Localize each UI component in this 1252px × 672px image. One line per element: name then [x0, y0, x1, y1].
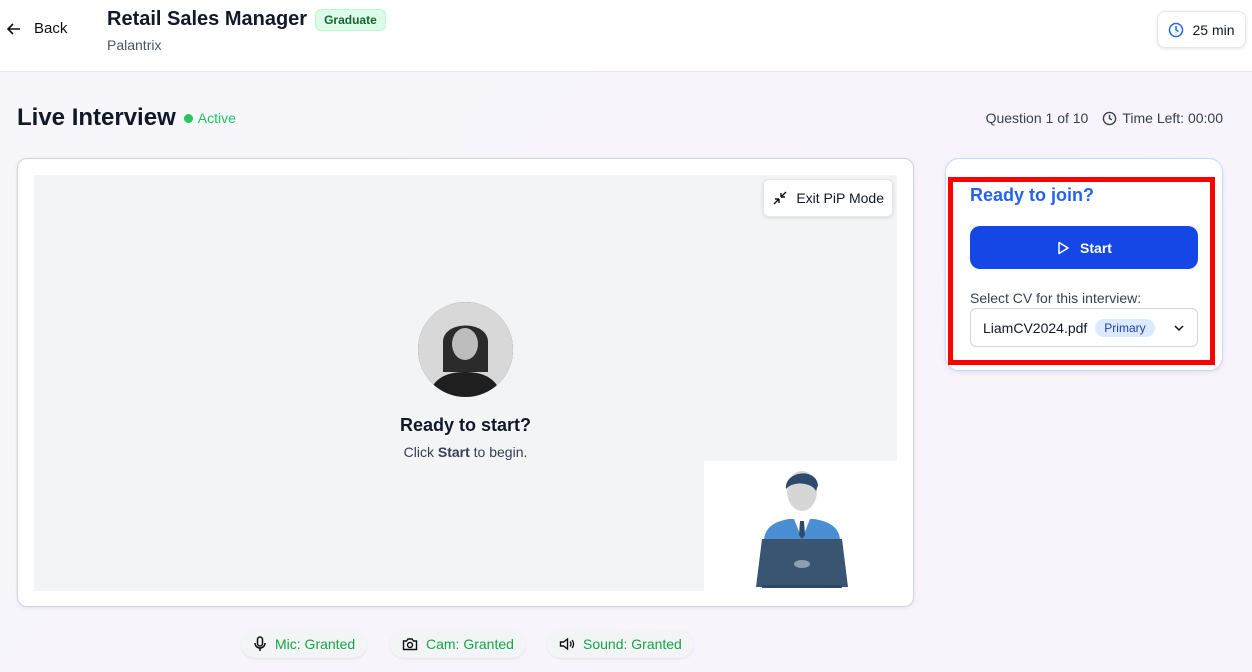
primary-badge: Primary — [1095, 318, 1155, 337]
top-header: Back Retail Sales Manager Graduate Palan… — [0, 0, 1252, 72]
arrow-left-icon — [6, 22, 20, 35]
ready-instructions: Click Start to begin. — [34, 444, 897, 460]
instr-bold: Start — [437, 444, 470, 460]
time-left-text: Time Left: 00:00 — [1122, 110, 1223, 126]
play-icon — [1058, 241, 1069, 254]
back-label: Back — [34, 20, 68, 37]
clock-icon — [1169, 22, 1184, 37]
question-progress: Question 1 of 10 — [985, 110, 1089, 126]
status-dot — [183, 113, 193, 123]
join-title: Ready to join? — [970, 185, 1095, 205]
exit-pip-button[interactable]: Exit PiP Mode — [763, 179, 893, 217]
job-title: Retail Sales Manager — [107, 8, 308, 30]
cam-status: Cam: Granted — [426, 636, 514, 652]
cv-select-label: Select CV for this interview: — [970, 290, 1142, 306]
interviewer-avatar — [418, 302, 513, 397]
exit-pip-label: Exit PiP Mode — [796, 190, 884, 206]
mic-status: Mic: Granted — [275, 636, 356, 652]
page-title-row: Live Interview Active — [17, 104, 236, 132]
duration-text: 25 min — [1192, 21, 1235, 38]
cv-select[interactable]: LiamCV2024.pdf Primary — [970, 308, 1198, 347]
level-badge: Graduate — [315, 8, 386, 31]
camera-icon — [402, 638, 418, 651]
start-label: Start — [1080, 239, 1112, 256]
mic-permission: Mic: Granted — [241, 630, 368, 658]
sound-permission: Sound: Granted — [547, 630, 694, 658]
status-badge: Active — [183, 110, 236, 126]
chevron-down-icon — [1174, 324, 1184, 331]
company-name: Palantrix — [107, 37, 162, 53]
mic-icon — [254, 636, 266, 651]
self-view-pip[interactable] — [704, 461, 901, 591]
back-button[interactable]: Back — [6, 20, 67, 37]
job-title-row: Retail Sales Manager Graduate — [107, 8, 386, 31]
instr-prefix: Click — [403, 444, 438, 460]
video-area: Exit PiP Mode Ready to start? Click Star… — [34, 175, 901, 591]
page-title: Live Interview — [17, 104, 176, 131]
duration-badge: 25 min — [1157, 11, 1246, 48]
user-avatar-illustration — [756, 471, 848, 588]
sound-status: Sound: Granted — [583, 636, 682, 652]
time-left: Time Left: 00:00 — [1102, 110, 1223, 126]
instr-suffix: to begin. — [469, 444, 528, 460]
clock-icon — [1103, 111, 1117, 125]
cam-permission: Cam: Granted — [390, 630, 526, 658]
start-button[interactable]: Start — [970, 226, 1198, 269]
speaker-icon — [559, 637, 575, 651]
status-text: Active — [197, 110, 236, 126]
video-card: Exit PiP Mode Ready to start? Click Star… — [17, 158, 914, 607]
interview-meta: Question 1 of 10 Time Left: 00:00 — [986, 110, 1223, 126]
minimize-icon — [773, 191, 787, 205]
ready-title: Ready to start? — [399, 415, 532, 435]
cv-selected: LiamCV2024.pdf — [983, 319, 1088, 336]
